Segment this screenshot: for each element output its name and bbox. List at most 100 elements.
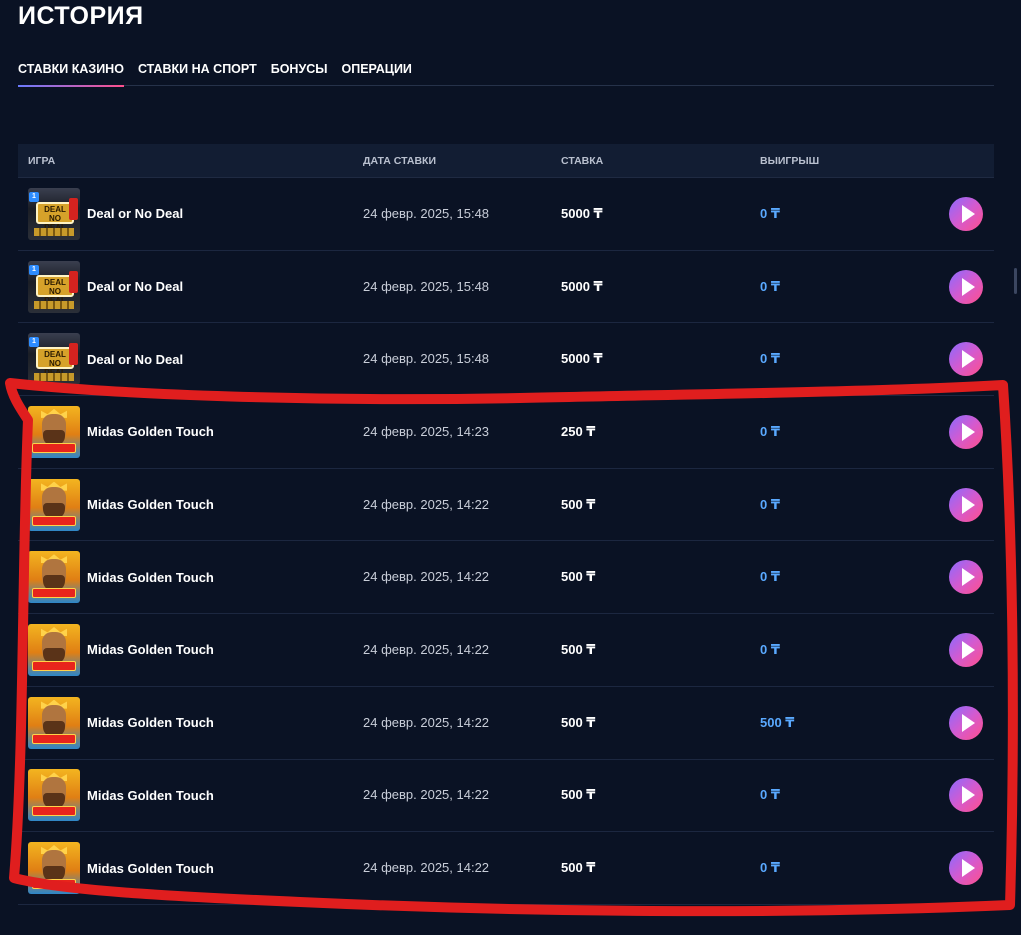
thumb-badge: 1 <box>29 264 39 275</box>
bet-amount: 250 ₸ <box>561 423 596 439</box>
bet-date: 24 февр. 2025, 14:22 <box>363 787 490 803</box>
play-icon <box>961 859 975 878</box>
midas-golden-touch-thumbnail[interactable] <box>28 696 80 749</box>
tab-casino-bets[interactable]: СТАВКИ КАЗИНО <box>18 60 124 87</box>
play-button[interactable] <box>949 196 983 231</box>
win-amount: 0 ₸ <box>760 860 780 876</box>
thumb-red-panel <box>69 197 78 220</box>
table-row: Midas Golden Touch 24 февр. 2025, 14:23 25… <box>18 396 994 469</box>
thumb-logo <box>32 442 76 453</box>
game-name[interactable]: Midas Golden Touch <box>87 788 214 803</box>
play-button[interactable] <box>949 487 983 522</box>
play-icon <box>961 350 975 369</box>
table-header-row: ИГРА ДАТА СТАВКИ СТАВКА ВЫИГРЫШ <box>18 144 994 178</box>
table-row: 1DEALNO DEAL Deal or No Deal 24 февр. 2025… <box>18 323 994 397</box>
thumb-coin-stack <box>34 373 74 382</box>
game-cell[interactable]: Midas Golden Touch <box>28 405 214 458</box>
win-amount: 0 ₸ <box>760 569 780 585</box>
thumb-logo <box>32 879 76 890</box>
play-button[interactable] <box>949 269 983 304</box>
table-row: Midas Golden Touch 24 февр. 2025, 14:22 50… <box>18 760 994 833</box>
play-button[interactable] <box>949 414 983 449</box>
scrollbar-thumb[interactable] <box>1014 268 1017 294</box>
play-icon <box>961 277 975 296</box>
play-button[interactable] <box>949 632 983 667</box>
bet-date: 24 февр. 2025, 14:23 <box>363 423 490 439</box>
play-button[interactable] <box>949 778 983 813</box>
midas-golden-touch-thumbnail[interactable] <box>28 842 80 895</box>
play-icon <box>961 422 975 441</box>
game-cell[interactable]: 1DEALNO DEAL Deal or No Deal <box>28 187 183 240</box>
thumb-badge: 1 <box>29 191 39 202</box>
win-amount: 0 ₸ <box>760 496 780 512</box>
bet-date: 24 февр. 2025, 14:22 <box>363 641 490 657</box>
bet-amount: 5000 ₸ <box>561 278 603 294</box>
bet-date: 24 февр. 2025, 15:48 <box>363 351 490 367</box>
win-amount: 0 ₸ <box>760 787 780 803</box>
midas-golden-touch-thumbnail[interactable] <box>28 769 80 822</box>
game-name[interactable]: Deal or No Deal <box>87 352 183 367</box>
game-name[interactable]: Midas Golden Touch <box>87 424 214 439</box>
game-name[interactable]: Deal or No Deal <box>87 206 183 221</box>
game-cell[interactable]: Midas Golden Touch <box>28 478 214 531</box>
play-icon <box>961 640 975 659</box>
play-icon <box>961 568 975 587</box>
game-name[interactable]: Midas Golden Touch <box>87 497 214 512</box>
game-name[interactable]: Midas Golden Touch <box>87 861 214 876</box>
header-bet: СТАВКА <box>561 154 604 167</box>
play-icon <box>961 713 975 732</box>
table-row: 1DEALNO DEAL Deal or No Deal 24 февр. 2025… <box>18 251 994 324</box>
play-button[interactable] <box>949 705 983 740</box>
game-name[interactable]: Midas Golden Touch <box>87 715 214 730</box>
play-button[interactable] <box>949 851 983 886</box>
table-row: Midas Golden Touch 24 февр. 2025, 14:22 50… <box>18 614 994 687</box>
play-icon <box>961 786 975 805</box>
win-amount: 0 ₸ <box>760 205 780 221</box>
bet-amount: 500 ₸ <box>561 714 596 730</box>
game-name[interactable]: Midas Golden Touch <box>87 642 214 657</box>
bet-amount: 500 ₸ <box>561 569 596 585</box>
thumb-logo <box>32 515 76 526</box>
tab-bar: СТАВКИ КАЗИНО СТАВКИ НА СПОРТ БОНУСЫ ОПЕ… <box>18 60 994 87</box>
game-cell[interactable]: 1DEALNO DEAL Deal or No Deal <box>28 260 183 313</box>
table-body: 1DEALNO DEAL Deal or No Deal 24 февр. 2025… <box>18 178 994 905</box>
win-amount: 0 ₸ <box>760 641 780 657</box>
game-name[interactable]: Deal or No Deal <box>87 279 183 294</box>
win-amount: 0 ₸ <box>760 351 780 367</box>
header-win: ВЫИГРЫШ <box>760 154 820 167</box>
play-button[interactable] <box>949 560 983 595</box>
table-row: Midas Golden Touch 24 февр. 2025, 14:22 50… <box>18 687 994 760</box>
play-button[interactable] <box>949 342 983 377</box>
tab-operations[interactable]: ОПЕРАЦИИ <box>342 60 412 86</box>
tab-bonuses[interactable]: БОНУСЫ <box>271 60 328 86</box>
tab-sport-bets[interactable]: СТАВКИ НА СПОРТ <box>138 60 257 86</box>
deal-or-no-deal-thumbnail[interactable]: 1DEALNO DEAL <box>28 333 80 386</box>
bet-amount: 500 ₸ <box>561 496 596 512</box>
bet-amount: 500 ₸ <box>561 787 596 803</box>
play-icon <box>961 495 975 514</box>
table-row: 1DEALNO DEAL Deal or No Deal 24 февр. 2025… <box>18 178 994 251</box>
thumb-logo <box>32 660 76 671</box>
header-date: ДАТА СТАВКИ <box>363 154 436 167</box>
game-name[interactable]: Midas Golden Touch <box>87 570 214 585</box>
bet-amount: 500 ₸ <box>561 641 596 657</box>
header-game: ИГРА <box>28 154 56 167</box>
midas-golden-touch-thumbnail[interactable] <box>28 478 80 531</box>
thumb-coin-stack <box>34 300 74 309</box>
table-row: Midas Golden Touch 24 февр. 2025, 14:22 50… <box>18 469 994 542</box>
bet-date: 24 февр. 2025, 15:48 <box>363 205 490 221</box>
deal-or-no-deal-thumbnail[interactable]: 1DEALNO DEAL <box>28 260 80 313</box>
game-cell[interactable]: Midas Golden Touch <box>28 696 214 749</box>
thumb-badge: 1 <box>29 337 39 348</box>
game-cell[interactable]: Midas Golden Touch <box>28 769 214 822</box>
game-cell[interactable]: Midas Golden Touch <box>28 842 214 895</box>
game-cell[interactable]: Midas Golden Touch <box>28 551 214 604</box>
game-cell[interactable]: Midas Golden Touch <box>28 623 214 676</box>
game-cell[interactable]: 1DEALNO DEAL Deal or No Deal <box>28 333 183 386</box>
bet-amount: 500 ₸ <box>561 860 596 876</box>
midas-golden-touch-thumbnail[interactable] <box>28 551 80 604</box>
midas-golden-touch-thumbnail[interactable] <box>28 623 80 676</box>
deal-or-no-deal-thumbnail[interactable]: 1DEALNO DEAL <box>28 187 80 240</box>
midas-golden-touch-thumbnail[interactable] <box>28 405 80 458</box>
bet-date: 24 февр. 2025, 14:22 <box>363 569 490 585</box>
